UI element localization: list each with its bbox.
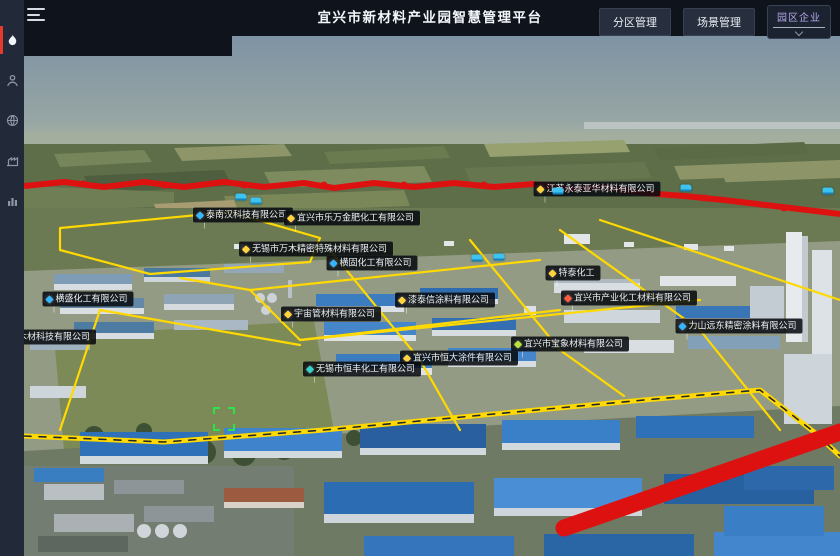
- company-label[interactable]: 横盛化工有限公司: [42, 292, 133, 307]
- company-label-text: 横盛化工有限公司: [55, 295, 127, 304]
- vehicle-marker[interactable]: [251, 198, 262, 205]
- company-label-text: 宜兴市产业化工材料有限公司: [574, 294, 691, 303]
- company-label-text: 宜兴市乐万金肥化工有限公司: [297, 214, 414, 223]
- dropdown-label: 园区企业: [777, 9, 821, 24]
- company-label-text: 力山远东精密涂料有限公司: [688, 322, 796, 331]
- company-label[interactable]: 宜兴市乐万金肥化工有限公司: [284, 211, 420, 226]
- company-label[interactable]: 泰南汉科技有限公司: [193, 208, 293, 223]
- company-marker-icon: [45, 295, 53, 303]
- company-marker-icon: [536, 185, 544, 193]
- company-label[interactable]: 宜兴市宝象材料有限公司: [511, 337, 629, 352]
- company-label[interactable]: 宇宙管材料有限公司: [281, 307, 381, 322]
- vehicle-marker[interactable]: [494, 254, 505, 261]
- sidebar-personnel-button[interactable]: [0, 68, 24, 92]
- company-label-text: 宜兴市恒大涂件有限公司: [413, 354, 512, 363]
- company-marker-icon: [678, 322, 686, 330]
- company-marker-icon: [564, 294, 572, 302]
- user-icon: [6, 74, 19, 87]
- sidebar-fire-button[interactable]: [0, 28, 24, 52]
- sidebar-statistics-button[interactable]: [0, 188, 24, 212]
- company-marker-icon: [548, 269, 556, 277]
- company-marker-icon: [196, 211, 204, 219]
- company-label[interactable]: 横固化工有限公司: [326, 256, 417, 271]
- company-label-text: 横固化工有限公司: [339, 259, 411, 268]
- sidebar-globe-button[interactable]: [0, 108, 24, 132]
- company-marker-icon: [242, 245, 250, 253]
- company-label[interactable]: 无锡市万木精密特殊材料有限公司: [239, 242, 393, 257]
- company-label-text: 无锡市万木精密特殊材料有限公司: [252, 245, 387, 254]
- company-label-text: 宇宙管材料有限公司: [294, 310, 375, 319]
- company-marker-icon: [329, 259, 337, 267]
- globe-icon: [6, 114, 19, 127]
- chevron-down-icon: [795, 28, 803, 36]
- park-enterprise-dropdown[interactable]: 园区企业: [767, 5, 831, 39]
- company-label-text: 漆泰信涂料有限公司: [408, 296, 489, 305]
- zone-management-button[interactable]: 分区管理: [599, 8, 671, 36]
- bar-chart-icon: [6, 194, 19, 207]
- company-label[interactable]: 漆泰信涂料有限公司: [395, 293, 495, 308]
- company-label[interactable]: 特泰化工: [545, 266, 600, 281]
- company-label-text: 特泰化工: [558, 269, 594, 278]
- sidebar: [0, 0, 24, 556]
- sidebar-enterprise-button[interactable]: [0, 148, 24, 172]
- menu-icon: [27, 8, 45, 10]
- company-label[interactable]: 无锡市恒丰化工有限公司: [303, 362, 421, 377]
- menu-button[interactable]: [27, 7, 45, 22]
- scene-management-button[interactable]: 场景管理: [683, 8, 755, 36]
- vehicle-marker[interactable]: [472, 255, 483, 262]
- top-bar: 宜兴市新材料产业园智慧管理平台 分区管理 场景管理 园区企业: [0, 0, 840, 36]
- company-marker-icon: [398, 296, 406, 304]
- topbar-actions: 分区管理 场景管理 园区企业: [599, 5, 831, 39]
- vehicle-marker[interactable]: [236, 194, 247, 201]
- vehicle-marker[interactable]: [823, 188, 834, 195]
- company-label[interactable]: 宜兴市产业化工材料有限公司: [561, 291, 697, 306]
- vehicle-marker[interactable]: [681, 185, 692, 192]
- app-root: 泰南汉科技有限公司 宜兴市乐万金肥化工有限公司无锡市万木精密特殊材料有限公司横固化…: [0, 0, 840, 556]
- vehicle-marker[interactable]: [553, 188, 564, 195]
- factory-icon: [6, 154, 19, 167]
- company-marker-icon: [284, 310, 292, 318]
- company-marker-icon: [514, 340, 522, 348]
- company-label-text: 宜兴市宝象材料有限公司: [524, 340, 623, 349]
- company-label-text: 泰南汉科技有限公司: [206, 211, 287, 220]
- company-label-text: 无锡市恒丰化工有限公司: [316, 365, 415, 374]
- company-marker-icon: [287, 214, 295, 222]
- company-label[interactable]: 力山远东精密涂料有限公司: [675, 319, 802, 334]
- flame-icon: [6, 34, 19, 47]
- page-title: 宜兴市新材料产业园智慧管理平台: [318, 0, 543, 36]
- company-marker-icon: [306, 365, 314, 373]
